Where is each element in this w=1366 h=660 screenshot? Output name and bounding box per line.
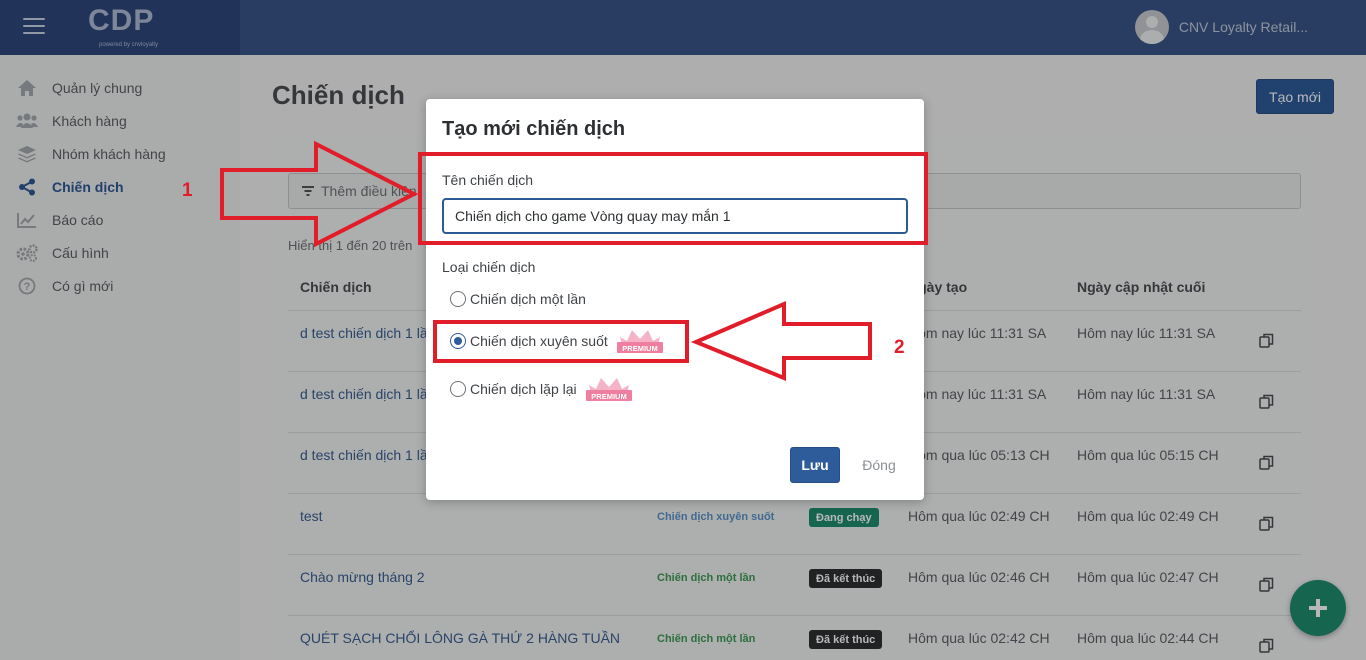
radio-label: Chiến dịch lặp lại	[470, 381, 577, 397]
annotation-arrow-left-icon	[690, 300, 872, 381]
annotation-arrow-right-icon	[220, 140, 419, 248]
radio-button[interactable]	[450, 291, 466, 307]
radio-button[interactable]	[450, 381, 466, 397]
annotation-number-1: 1	[182, 180, 193, 201]
radio-option-recurring[interactable]: Chiến dịch lặp lại PREMIUM	[450, 378, 633, 401]
campaign-type-label: Loại chiến dịch	[442, 259, 536, 275]
close-button[interactable]: Đóng	[854, 447, 904, 483]
save-button[interactable]: Lưu	[790, 447, 840, 483]
radio-label: Chiến dịch một lần	[470, 291, 586, 307]
annotation-box-name	[418, 152, 928, 245]
premium-badge-text: PREMIUM	[591, 392, 626, 401]
modal-title: Tạo mới chiến dịch	[442, 118, 626, 140]
annotation-number-2: 2	[894, 337, 905, 358]
annotation-box-type	[433, 320, 689, 363]
radio-option-one-time[interactable]: Chiến dịch một lần	[450, 289, 594, 309]
premium-badge-icon: PREMIUM	[585, 378, 632, 401]
